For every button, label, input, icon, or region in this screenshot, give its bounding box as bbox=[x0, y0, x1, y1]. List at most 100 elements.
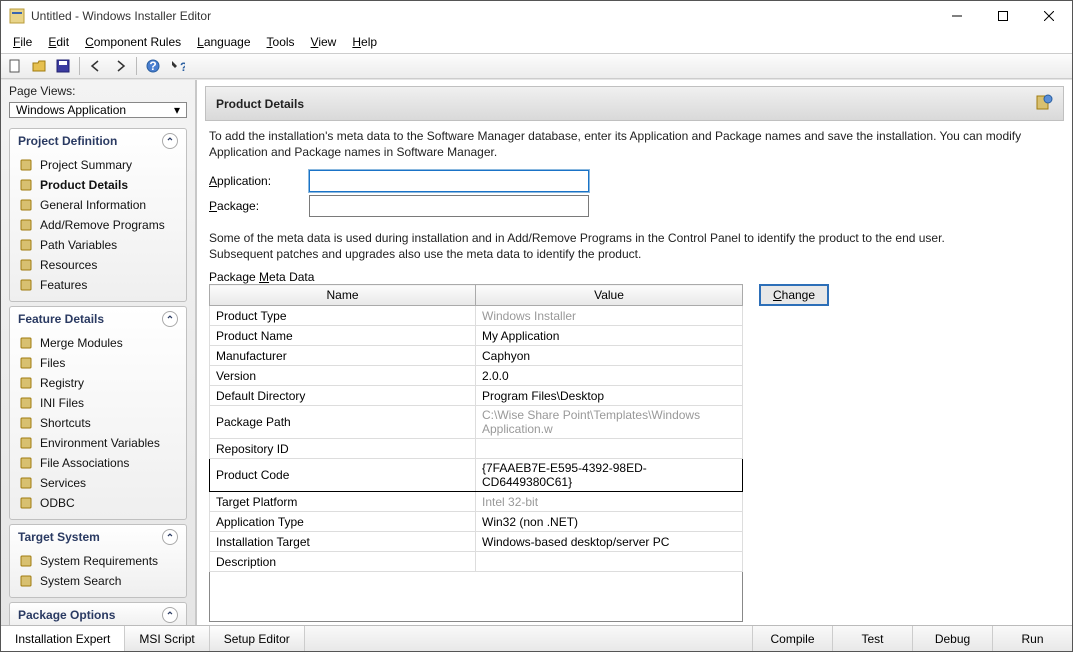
sidebar-item[interactable]: Features bbox=[14, 275, 182, 295]
section-target-system: Target System System RequirementsSystem … bbox=[9, 524, 187, 598]
col-name[interactable]: Name bbox=[210, 285, 476, 306]
tab-setup-editor[interactable]: Setup Editor bbox=[210, 626, 305, 651]
table-row[interactable]: Repository ID bbox=[210, 439, 743, 459]
cell-value: Intel 32-bit bbox=[476, 492, 743, 512]
application-label: Application: bbox=[209, 174, 309, 188]
sidebar-item[interactable]: Path Variables bbox=[14, 235, 182, 255]
sidebar-item[interactable]: Shortcuts bbox=[14, 413, 182, 433]
section-title: Target System bbox=[18, 530, 100, 544]
table-row[interactable]: Product Code{7FAAEB7E-E595-4392-98ED-CD6… bbox=[210, 459, 743, 492]
cell-name: Product Name bbox=[210, 326, 476, 346]
save-icon[interactable] bbox=[53, 56, 73, 76]
table-row[interactable]: Default DirectoryProgram Files\Desktop bbox=[210, 386, 743, 406]
item-label: Shortcuts bbox=[40, 416, 91, 430]
action-run[interactable]: Run bbox=[992, 626, 1072, 651]
cell-name: Description bbox=[210, 552, 476, 572]
collapse-icon[interactable] bbox=[162, 529, 178, 545]
table-row[interactable]: Package PathC:\Wise Share Point\Template… bbox=[210, 406, 743, 439]
menu-file[interactable]: File bbox=[7, 33, 38, 51]
page-header: Product Details bbox=[205, 86, 1064, 121]
sidebar-item[interactable]: General Information bbox=[14, 195, 182, 215]
menu-help[interactable]: Help bbox=[346, 33, 383, 51]
item-label: Files bbox=[40, 356, 65, 370]
forward-icon[interactable] bbox=[110, 56, 130, 76]
section-header[interactable]: Feature Details bbox=[10, 307, 186, 331]
open-icon[interactable] bbox=[29, 56, 49, 76]
table-row[interactable]: Installation TargetWindows-based desktop… bbox=[210, 532, 743, 552]
item-icon bbox=[18, 237, 34, 253]
item-label: ODBC bbox=[40, 496, 75, 510]
content-area: Product Details To add the installation'… bbox=[197, 80, 1072, 625]
sidebar-item[interactable]: INI Files bbox=[14, 393, 182, 413]
cell-value: 2.0.0 bbox=[476, 366, 743, 386]
sidebar-item[interactable]: Product Details bbox=[14, 175, 182, 195]
col-value[interactable]: Value bbox=[476, 285, 743, 306]
new-icon[interactable] bbox=[5, 56, 25, 76]
page-views-select[interactable]: Windows Application ▾ bbox=[9, 102, 187, 118]
item-label: File Associations bbox=[40, 456, 129, 470]
menu-tools[interactable]: Tools bbox=[261, 33, 301, 51]
section-header[interactable]: Project Definition bbox=[10, 129, 186, 153]
tab-msi-script[interactable]: MSI Script bbox=[125, 626, 209, 651]
cell-name: Version bbox=[210, 366, 476, 386]
maximize-button[interactable] bbox=[980, 1, 1026, 31]
cell-value: Windows Installer bbox=[476, 306, 743, 326]
context-help-icon[interactable]: ? bbox=[167, 56, 187, 76]
section-title: Package Options bbox=[18, 608, 115, 622]
action-test[interactable]: Test bbox=[832, 626, 912, 651]
table-row[interactable]: Target PlatformIntel 32-bit bbox=[210, 492, 743, 512]
table-row[interactable]: Product NameMy Application bbox=[210, 326, 743, 346]
window-title: Untitled - Windows Installer Editor bbox=[31, 9, 934, 23]
back-icon[interactable] bbox=[86, 56, 106, 76]
collapse-icon[interactable] bbox=[162, 311, 178, 327]
collapse-icon[interactable] bbox=[162, 133, 178, 149]
sidebar-item[interactable]: File Associations bbox=[14, 453, 182, 473]
sidebar-item[interactable]: Merge Modules bbox=[14, 333, 182, 353]
section-header[interactable]: Target System bbox=[10, 525, 186, 549]
table-row[interactable]: Version2.0.0 bbox=[210, 366, 743, 386]
sidebar-item[interactable]: Resources bbox=[14, 255, 182, 275]
table-row[interactable]: Description bbox=[210, 552, 743, 572]
minimize-button[interactable] bbox=[934, 1, 980, 31]
item-label: INI Files bbox=[40, 396, 84, 410]
item-icon bbox=[18, 177, 34, 193]
item-label: Merge Modules bbox=[40, 336, 123, 350]
menu-bar: File Edit Component Rules Language Tools… bbox=[1, 31, 1072, 53]
collapse-icon[interactable] bbox=[162, 607, 178, 623]
section-header[interactable]: Package Options bbox=[10, 603, 186, 625]
tab-installation-expert[interactable]: Installation Expert bbox=[1, 626, 125, 651]
package-input[interactable] bbox=[309, 195, 589, 217]
table-row[interactable]: ManufacturerCaphyon bbox=[210, 346, 743, 366]
menu-edit[interactable]: Edit bbox=[42, 33, 75, 51]
page-views-label: Page Views: bbox=[1, 80, 195, 102]
table-row[interactable]: Application TypeWin32 (non .NET) bbox=[210, 512, 743, 532]
sidebar-item[interactable]: ODBC bbox=[14, 493, 182, 513]
close-button[interactable] bbox=[1026, 1, 1072, 31]
toolbar-separator bbox=[136, 57, 137, 75]
meta-table[interactable]: Name Value Product TypeWindows Installer… bbox=[209, 284, 743, 622]
menu-language[interactable]: Language bbox=[191, 33, 256, 51]
cell-value bbox=[476, 552, 743, 572]
action-compile[interactable]: Compile bbox=[752, 626, 832, 651]
sidebar-item[interactable]: Registry bbox=[14, 373, 182, 393]
change-button[interactable]: Change bbox=[759, 284, 829, 306]
sidebar-item[interactable]: Environment Variables bbox=[14, 433, 182, 453]
action-debug[interactable]: Debug bbox=[912, 626, 992, 651]
item-icon bbox=[18, 335, 34, 351]
sidebar-item[interactable]: System Search bbox=[14, 571, 182, 591]
menu-component-rules[interactable]: Component Rules bbox=[79, 33, 187, 51]
menu-view[interactable]: View bbox=[305, 33, 343, 51]
sidebar-item[interactable]: Services bbox=[14, 473, 182, 493]
help-icon[interactable]: ? bbox=[143, 56, 163, 76]
application-input[interactable] bbox=[309, 170, 589, 192]
item-icon bbox=[18, 355, 34, 371]
table-row[interactable]: Product TypeWindows Installer bbox=[210, 306, 743, 326]
meta-note: Some of the meta data is used during ins… bbox=[209, 231, 949, 262]
sidebar-item[interactable]: Project Summary bbox=[14, 155, 182, 175]
sidebar-item[interactable]: System Requirements bbox=[14, 551, 182, 571]
sidebar-item[interactable]: Files bbox=[14, 353, 182, 373]
cell-value: C:\Wise Share Point\Templates\Windows Ap… bbox=[476, 406, 743, 439]
sidebar-item[interactable]: Add/Remove Programs bbox=[14, 215, 182, 235]
item-icon bbox=[18, 375, 34, 391]
cell-name: Installation Target bbox=[210, 532, 476, 552]
